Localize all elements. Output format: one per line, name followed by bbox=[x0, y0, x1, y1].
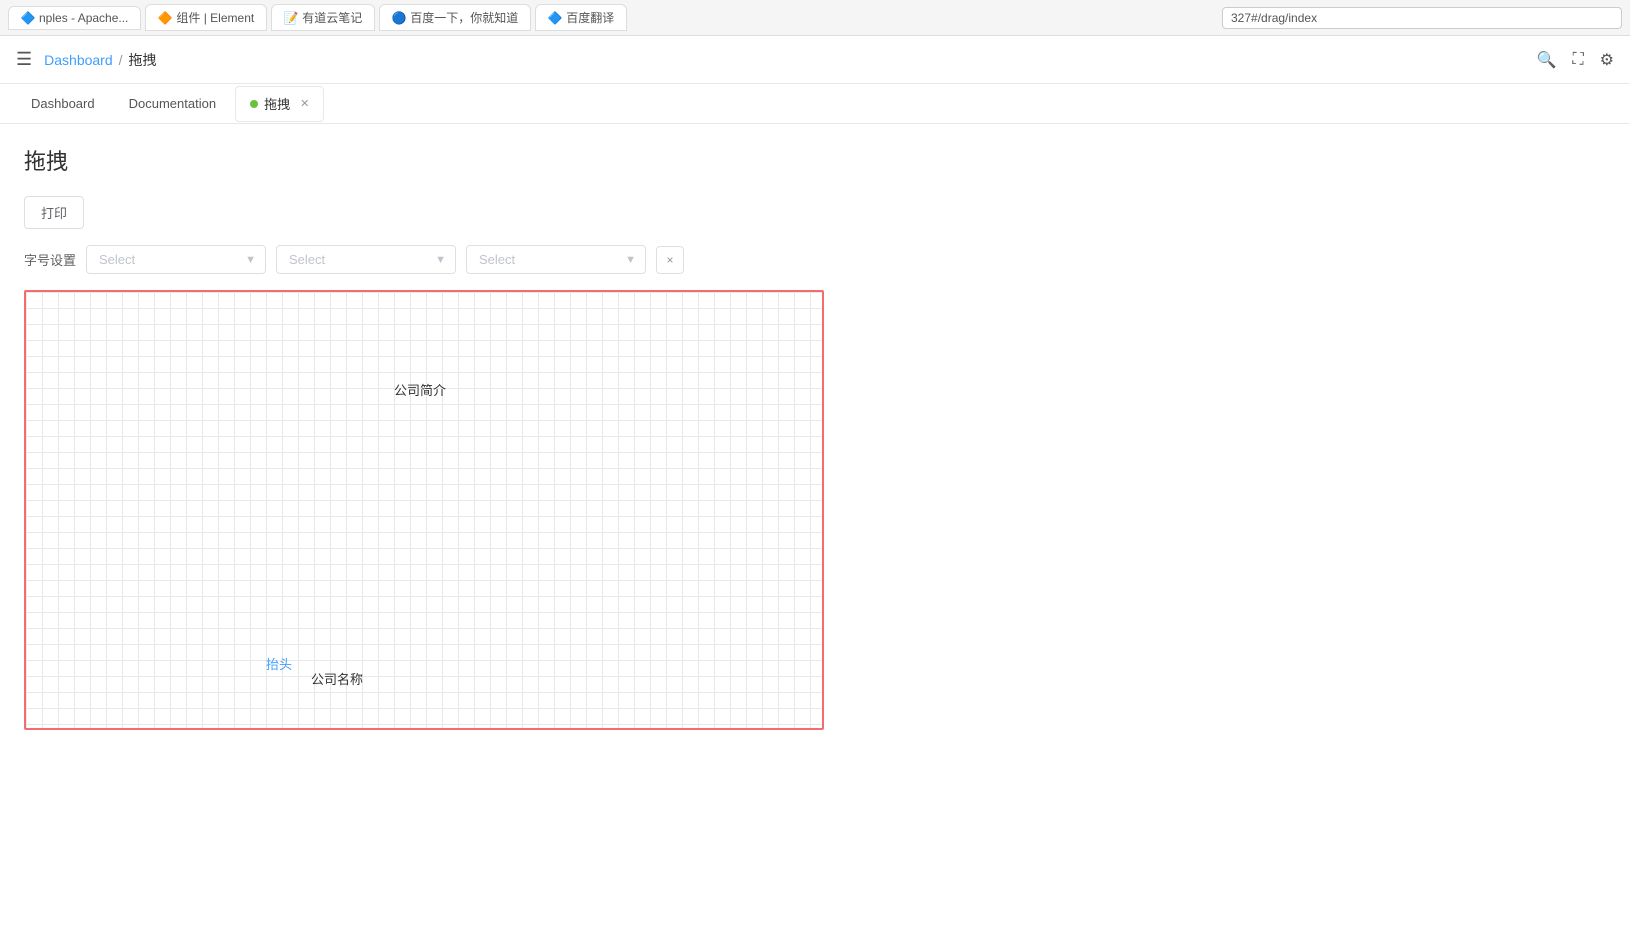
browser-chrome: 🔷 nples - Apache... 🔶 组件 | Element 📝 有道云… bbox=[0, 0, 1630, 36]
clear-icon: × bbox=[667, 253, 674, 267]
menu-icon[interactable]: ☰ bbox=[16, 49, 32, 70]
font-settings-row: 字号设置 Select ▼ Select ▼ Select ▼ × bbox=[24, 245, 1606, 274]
tab-label-baidu-translate: 百度翻译 bbox=[566, 9, 614, 26]
toolbar: 打印 bbox=[24, 196, 1606, 229]
canvas-company-intro-label: 公司简介 bbox=[394, 380, 446, 399]
tab-favicon-baidu-translate: 🔷 bbox=[548, 11, 562, 25]
breadcrumb-current: 拖拽 bbox=[129, 50, 157, 70]
page-content: 拖拽 打印 字号设置 Select ▼ Select ▼ Select ▼ × bbox=[0, 124, 1630, 750]
tab-dashboard-label: Dashboard bbox=[31, 96, 95, 111]
search-icon[interactable]: 🔍 bbox=[1537, 50, 1557, 70]
clear-button[interactable]: × bbox=[656, 246, 684, 274]
select1-wrapper: Select ▼ bbox=[86, 245, 266, 274]
breadcrumb: Dashboard / 拖拽 bbox=[44, 50, 156, 70]
breadcrumb-home-link[interactable]: Dashboard bbox=[44, 52, 113, 68]
browser-tab-baidu-translate[interactable]: 🔷 百度翻译 bbox=[535, 4, 627, 31]
tab-tuozhuai[interactable]: 拖拽 ✕ bbox=[235, 86, 324, 122]
tab-label-nples: nples - Apache... bbox=[39, 11, 128, 25]
select1-dropdown[interactable]: Select bbox=[86, 245, 266, 274]
select3-dropdown[interactable]: Select bbox=[466, 245, 646, 274]
select2-dropdown[interactable]: Select bbox=[276, 245, 456, 274]
browser-tab-youdao[interactable]: 📝 有道云笔记 bbox=[271, 4, 375, 31]
select2-wrapper: Select ▼ bbox=[276, 245, 456, 274]
drag-canvas[interactable]: 公司简介 抬头 公司名称 bbox=[24, 290, 824, 730]
breadcrumb-separator: / bbox=[119, 52, 123, 68]
tab-label-youdao: 有道云笔记 bbox=[302, 9, 362, 26]
tab-bar: Dashboard Documentation 拖拽 ✕ bbox=[0, 84, 1630, 124]
browser-tab-baidu-search[interactable]: 🔵 百度一下，你就知道 bbox=[379, 4, 531, 31]
tab-documentation-label: Documentation bbox=[129, 96, 216, 111]
browser-tab-list: 🔷 nples - Apache... 🔶 组件 | Element 📝 有道云… bbox=[8, 4, 1214, 31]
tab-close-icon[interactable]: ✕ bbox=[300, 97, 309, 110]
tab-favicon-baidu-search: 🔵 bbox=[392, 11, 406, 25]
font-settings-label: 字号设置 bbox=[24, 250, 76, 269]
browser-tab-element[interactable]: 🔶 组件 | Element bbox=[145, 4, 267, 31]
fullscreen-icon[interactable]: ⛶ bbox=[1572, 51, 1583, 69]
tab-label-element: 组件 | Element bbox=[176, 9, 254, 26]
tab-documentation[interactable]: Documentation bbox=[114, 86, 231, 122]
header-actions: 🔍 ⛶ ⚙ bbox=[1537, 50, 1614, 70]
page-title: 拖拽 bbox=[24, 144, 1606, 176]
print-button[interactable]: 打印 bbox=[24, 196, 84, 229]
tab-label-baidu-search: 百度一下，你就知道 bbox=[410, 9, 518, 26]
tab-favicon-youdao: 📝 bbox=[284, 11, 298, 25]
tab-active-dot bbox=[250, 100, 258, 108]
canvas-company-name-label: 公司名称 bbox=[311, 669, 363, 688]
url-bar[interactable] bbox=[1222, 7, 1622, 29]
canvas-header-label: 抬头 bbox=[266, 654, 292, 673]
tab-dashboard[interactable]: Dashboard bbox=[16, 86, 110, 122]
browser-tab-nples[interactable]: 🔷 nples - Apache... bbox=[8, 6, 141, 30]
app-header: ☰ Dashboard / 拖拽 🔍 ⛶ ⚙ bbox=[0, 36, 1630, 84]
select3-wrapper: Select ▼ bbox=[466, 245, 646, 274]
tab-favicon-element: 🔶 bbox=[158, 11, 172, 25]
tab-tuozhuai-label: 拖拽 bbox=[264, 94, 290, 113]
settings-icon[interactable]: ⚙ bbox=[1600, 50, 1614, 70]
tab-favicon-nples: 🔷 bbox=[21, 11, 35, 25]
